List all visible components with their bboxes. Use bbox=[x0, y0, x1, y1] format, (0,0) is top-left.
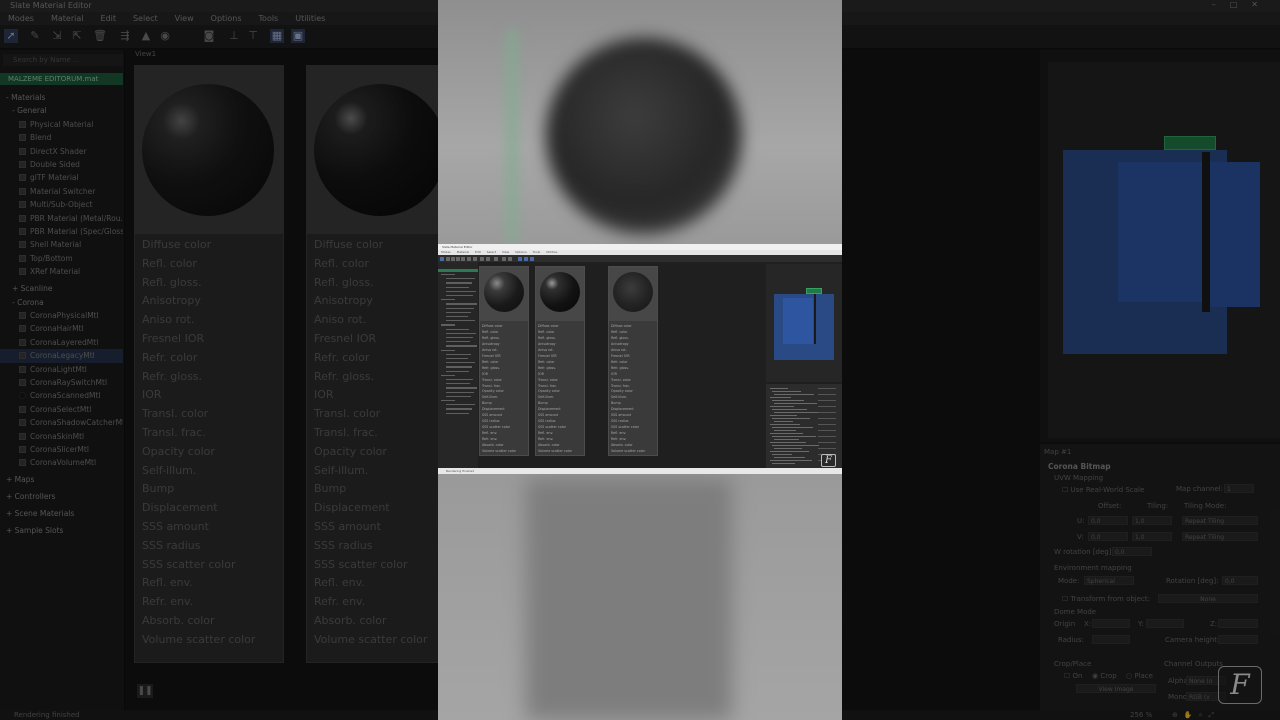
embedded-slot: SSS radius bbox=[611, 419, 629, 424]
embedded-slot: Refr. color bbox=[538, 359, 555, 364]
embedded-slot: SSS amount bbox=[482, 413, 503, 418]
embedded-logo: F bbox=[821, 454, 836, 467]
embedded-slot: Fresnel IOR bbox=[538, 353, 557, 358]
embedded-node-2: Diffuse color Refl. color Refl. gloss. Anis… bbox=[535, 266, 585, 456]
embedded-slot: Transl. color bbox=[611, 377, 631, 382]
embedded-slot: Bump bbox=[482, 401, 492, 406]
embedded-browser bbox=[438, 262, 478, 468]
embedded-slot: Refl. color bbox=[611, 329, 628, 334]
embedded-slot: Refl. env. bbox=[538, 431, 554, 436]
embedded-slot: Refl. color bbox=[482, 329, 499, 334]
embedded-navigator bbox=[766, 264, 842, 382]
embedded-slot: IOR bbox=[538, 371, 544, 376]
embedded-slot: Refr. color bbox=[611, 359, 628, 364]
embedded-active-item bbox=[438, 269, 478, 272]
embedded-slot: Transl. color bbox=[538, 377, 558, 382]
embedded-slot: Refl. gloss. bbox=[611, 335, 629, 340]
embedded-slot: Refr. gloss. bbox=[482, 365, 500, 370]
embedded-slot: Refr. env. bbox=[482, 437, 498, 442]
embedded-slot: Volume scatter color bbox=[611, 448, 645, 453]
embedded-menu-options: Options bbox=[515, 250, 527, 254]
embedded-slot: Refr. env. bbox=[611, 437, 627, 442]
embedded-slot: Self-illum. bbox=[482, 395, 499, 400]
embedded-slot: Refl. env. bbox=[611, 431, 627, 436]
embedded-menu-material: Material bbox=[456, 250, 469, 254]
embedded-slot: Volume scatter color bbox=[538, 448, 572, 453]
embedded-slot: Opacity color bbox=[538, 389, 560, 394]
embedded-slot: Opacity color bbox=[482, 389, 504, 394]
embedded-menu-modes: Modes bbox=[441, 250, 451, 254]
embedded-slot: Refr. gloss. bbox=[538, 365, 556, 370]
embedded-slot: IOR bbox=[611, 371, 617, 376]
embedded-slot: Opacity color bbox=[611, 389, 633, 394]
embedded-slot: Anisotropy bbox=[538, 341, 556, 346]
embedded-menu-utilities: Utilities bbox=[546, 250, 558, 254]
embedded-slot: IOR bbox=[482, 371, 488, 376]
embedded-slot: Bump bbox=[611, 401, 621, 406]
embedded-menu-select: Select bbox=[486, 250, 497, 254]
embedded-slot: Refr. gloss. bbox=[611, 365, 629, 370]
embedded-slot: Absorb. color bbox=[482, 443, 504, 447]
embedded-node-1: Diffuse color Refl. color Refl. gloss. Anis… bbox=[479, 266, 529, 456]
embedded-slot: Anisotropy bbox=[611, 341, 629, 346]
embedded-slot: Aniso rot. bbox=[482, 347, 498, 352]
embedded-slot: Refr. color bbox=[482, 359, 499, 364]
embedded-slot: Displacement bbox=[538, 407, 561, 412]
embedded-slot: Displacement bbox=[482, 407, 505, 412]
embedded-slot: Transl. frac. bbox=[538, 383, 558, 388]
blurred-panel bbox=[526, 478, 732, 720]
embedded-slot: Refr. env. bbox=[538, 437, 554, 442]
embedded-slot: SSS scatter color bbox=[611, 425, 640, 430]
embedded-slot: Aniso rot. bbox=[538, 347, 554, 352]
embedded-slot: SSS amount bbox=[611, 413, 632, 418]
embedded-node-3: Diffuse color Refl. color Refl. gloss. Anis… bbox=[608, 266, 658, 456]
embedded-toolbar bbox=[438, 255, 842, 262]
embedded-slot: Diffuse color bbox=[538, 324, 559, 328]
embedded-slot: SSS radius bbox=[538, 419, 556, 424]
embedded-slot: Refl. gloss. bbox=[482, 335, 500, 340]
embedded-slot: Displacement bbox=[611, 407, 634, 412]
blurred-green-bar bbox=[508, 30, 516, 244]
embedded-menu-edit: Edit bbox=[474, 250, 481, 254]
embedded-slot: SSS radius bbox=[482, 419, 500, 424]
embedded-slot: Bump bbox=[538, 401, 548, 406]
embedded-slot: Refl. color bbox=[538, 329, 555, 334]
embedded-slot: Transl. frac. bbox=[482, 383, 502, 388]
embedded-slot: Absorb. color bbox=[538, 443, 560, 447]
embedded-editor-screenshot: Slate Material Editor Modes Material Edit S… bbox=[438, 244, 842, 474]
embedded-slot: SSS amount bbox=[538, 413, 559, 418]
embedded-slot: Volume scatter color bbox=[482, 448, 516, 453]
embedded-slot: Refl. env. bbox=[482, 431, 498, 436]
embedded-slot: Self-illum. bbox=[538, 395, 555, 400]
embedded-menu-view: View bbox=[502, 250, 510, 254]
embedded-status: Rendering finished bbox=[438, 468, 842, 474]
embedded-slot: Self-illum. bbox=[611, 395, 628, 400]
embedded-slot: Refl. gloss. bbox=[538, 335, 556, 340]
embedded-menu-tools: Tools bbox=[532, 250, 541, 254]
blurred-sphere bbox=[546, 38, 742, 234]
embedded-slot: Anisotropy bbox=[482, 341, 500, 346]
embedded-slot: Aniso rot. bbox=[611, 347, 627, 352]
embedded-slot: Diffuse color bbox=[611, 324, 632, 328]
embedded-slot: SSS scatter color bbox=[482, 425, 511, 430]
embedded-slot: Fresnel IOR bbox=[482, 353, 501, 358]
embedded-slot: SSS scatter color bbox=[538, 425, 567, 430]
embedded-slot: Transl. frac. bbox=[611, 383, 631, 388]
embedded-slot: Fresnel IOR bbox=[611, 353, 630, 358]
embedded-slot: Absorb. color bbox=[611, 443, 633, 447]
embedded-slot: Transl. color bbox=[482, 377, 502, 382]
channel-logo: F bbox=[1218, 666, 1262, 704]
embedded-slot: Diffuse color bbox=[482, 324, 503, 328]
